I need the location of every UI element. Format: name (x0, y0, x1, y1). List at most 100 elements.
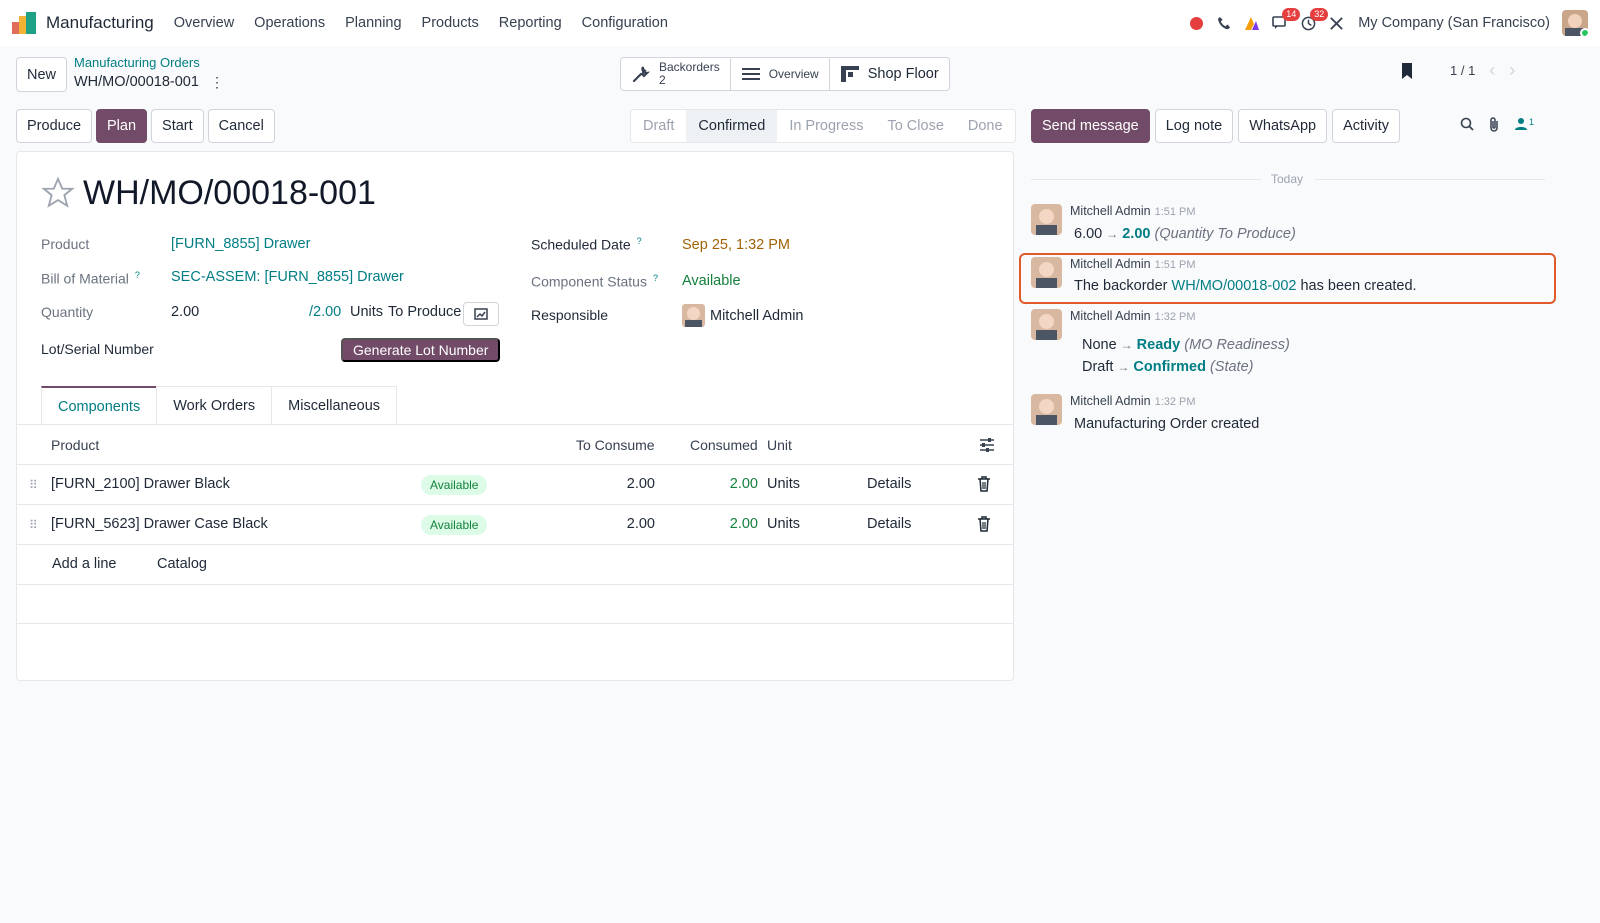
component-to-consume[interactable]: 2.00 (575, 516, 655, 532)
paperclip-icon[interactable] (1488, 116, 1500, 132)
pager-previous-icon[interactable]: ‹ (1489, 60, 1495, 81)
quantity-units[interactable]: Units (350, 304, 383, 320)
overview-smart-button[interactable]: Overview (731, 58, 830, 90)
author-avatar[interactable] (1031, 257, 1062, 288)
menu-products[interactable]: Products (422, 15, 479, 31)
component-details-link[interactable]: Details (867, 516, 911, 532)
component-consumed[interactable]: 2.00 (678, 476, 758, 492)
user-avatar[interactable] (1562, 10, 1588, 36)
author-avatar[interactable] (1031, 394, 1062, 425)
message-author-name[interactable]: Mitchell Admin (1070, 394, 1151, 408)
stage-confirmed[interactable]: Confirmed (686, 110, 778, 142)
bookmark-icon[interactable] (1400, 62, 1414, 80)
produce-button[interactable]: Produce (16, 109, 93, 143)
delete-row-icon[interactable] (977, 516, 991, 532)
delete-row-icon[interactable] (977, 476, 991, 492)
backorders-smart-button[interactable]: Backorders 2 (621, 58, 731, 90)
favorite-star-icon[interactable] (41, 176, 75, 210)
menu-reporting[interactable]: Reporting (499, 15, 562, 31)
message-author-name[interactable]: Mitchell Admin (1070, 309, 1151, 323)
log-note-button[interactable]: Log note (1154, 109, 1234, 143)
arrow-right-icon: → (1117, 360, 1130, 374)
stage-to-close[interactable]: To Close (875, 110, 955, 142)
column-to-consume[interactable]: To Consume (576, 437, 655, 453)
message-author[interactable]: Mitchell Admin 1:51 PM (1070, 204, 1196, 218)
send-message-button[interactable]: Send message (1031, 109, 1150, 143)
tab-work-orders[interactable]: Work Orders (156, 386, 273, 425)
message-author[interactable]: Mitchell Admin 1:32 PM (1070, 394, 1196, 408)
message-author[interactable]: Mitchell Admin 1:32 PM (1070, 309, 1196, 323)
shop-floor-smart-button[interactable]: Shop Floor (830, 58, 949, 90)
table-row[interactable]: ⠿ [FURN_5623] Drawer Case Black Availabl… (17, 505, 1013, 545)
tab-miscellaneous[interactable]: Miscellaneous (271, 386, 398, 425)
breadcrumb-manufacturing-orders[interactable]: Manufacturing Orders (74, 55, 200, 70)
start-button[interactable]: Start (151, 109, 204, 143)
stage-in-progress[interactable]: In Progress (777, 110, 875, 142)
pager-value[interactable]: 1 / 1 (1450, 63, 1475, 78)
stage-done[interactable]: Done (956, 110, 1015, 142)
component-to-consume[interactable]: 2.00 (575, 476, 655, 492)
search-icon[interactable] (1460, 117, 1474, 131)
component-unit[interactable]: Units (767, 476, 800, 492)
menu-operations[interactable]: Operations (254, 15, 325, 31)
component-status-help-icon[interactable]: ? (653, 273, 658, 283)
bom-field[interactable]: SEC-ASSEM: [FURN_8855] Drawer (171, 269, 404, 285)
generate-lot-button[interactable]: Generate Lot Number (341, 338, 501, 362)
app-name[interactable]: Manufacturing (46, 13, 154, 33)
component-product[interactable]: [FURN_2100] Drawer Black (51, 476, 230, 492)
record-icon[interactable] (1182, 0, 1210, 46)
forecast-report-button[interactable] (463, 302, 499, 326)
ai-icon[interactable] (1238, 0, 1266, 46)
message-author-name[interactable]: Mitchell Admin (1070, 204, 1151, 218)
actions-menu-icon[interactable]: ⋮ (210, 74, 224, 91)
component-consumed[interactable]: 2.00 (678, 516, 758, 532)
menu-configuration[interactable]: Configuration (582, 15, 668, 31)
author-avatar[interactable] (1031, 309, 1062, 340)
column-consumed[interactable]: Consumed (690, 437, 758, 453)
column-product[interactable]: Product (51, 437, 99, 453)
company-switcher[interactable]: My Company (San Francisco) (1358, 15, 1550, 31)
menu-planning[interactable]: Planning (345, 15, 401, 31)
phone-icon[interactable] (1210, 0, 1238, 46)
tools-icon[interactable] (1322, 0, 1350, 46)
backorders-label: Backorders (659, 60, 720, 74)
add-line-link[interactable]: Add a line (52, 556, 117, 572)
scheduled-date-help-icon[interactable]: ? (637, 236, 642, 246)
product-field[interactable]: [FURN_8855] Drawer (171, 236, 310, 252)
table-row[interactable]: ⠿ [FURN_2100] Drawer Black Available 2.0… (17, 465, 1013, 505)
quantity-input[interactable]: 2.00 (171, 304, 199, 320)
new-button[interactable]: New (16, 57, 68, 92)
component-unit[interactable]: Units (767, 516, 800, 532)
plan-button[interactable]: Plan (96, 109, 148, 143)
add-line-row: Add a line Catalog (17, 545, 1013, 585)
message-author-name[interactable]: Mitchell Admin (1070, 257, 1151, 271)
tracking-field-name: (MO Readiness) (1184, 337, 1290, 353)
whatsapp-button[interactable]: WhatsApp (1238, 109, 1328, 143)
messages-icon[interactable]: 14 (1266, 0, 1301, 46)
component-product[interactable]: [FURN_5623] Drawer Case Black (51, 516, 268, 532)
scheduled-date-field[interactable]: Sep 25, 1:32 PM (682, 237, 790, 253)
menu-overview[interactable]: Overview (174, 15, 234, 31)
chatter-message: Mitchell Admin 1:51 PM 6.00 → 2.00 (Quantit… (1031, 204, 1545, 248)
author-avatar[interactable] (1031, 204, 1062, 235)
quantity-produced[interactable]: /2.00 (309, 304, 341, 320)
followers-button[interactable]: 1 (1514, 117, 1534, 131)
backorder-link[interactable]: WH/MO/00018-002 (1172, 278, 1297, 294)
responsible-field[interactable]: Mitchell Admin (710, 308, 803, 324)
pager-next-icon[interactable]: › (1509, 60, 1515, 81)
component-details-link[interactable]: Details (867, 476, 911, 492)
drag-handle-icon[interactable]: ⠿ (29, 518, 38, 532)
drag-handle-icon[interactable]: ⠿ (29, 478, 38, 492)
manufacturing-app-icon[interactable] (12, 12, 38, 34)
cancel-button[interactable]: Cancel (207, 109, 275, 143)
activity-button[interactable]: Activity (1332, 109, 1401, 143)
catalog-link[interactable]: Catalog (157, 556, 207, 572)
activity-clock-icon[interactable]: 32 (1294, 0, 1329, 46)
stage-draft[interactable]: Draft (631, 110, 686, 142)
tab-components[interactable]: Components (41, 386, 158, 425)
column-unit[interactable]: Unit (767, 437, 792, 453)
optional-columns-icon[interactable] (979, 437, 995, 453)
chatter-message: Mitchell Admin 1:51 PM The backorder WH/M… (1031, 257, 1545, 301)
bom-help-icon[interactable]: ? (135, 270, 140, 280)
message-author[interactable]: Mitchell Admin 1:51 PM (1070, 257, 1196, 271)
